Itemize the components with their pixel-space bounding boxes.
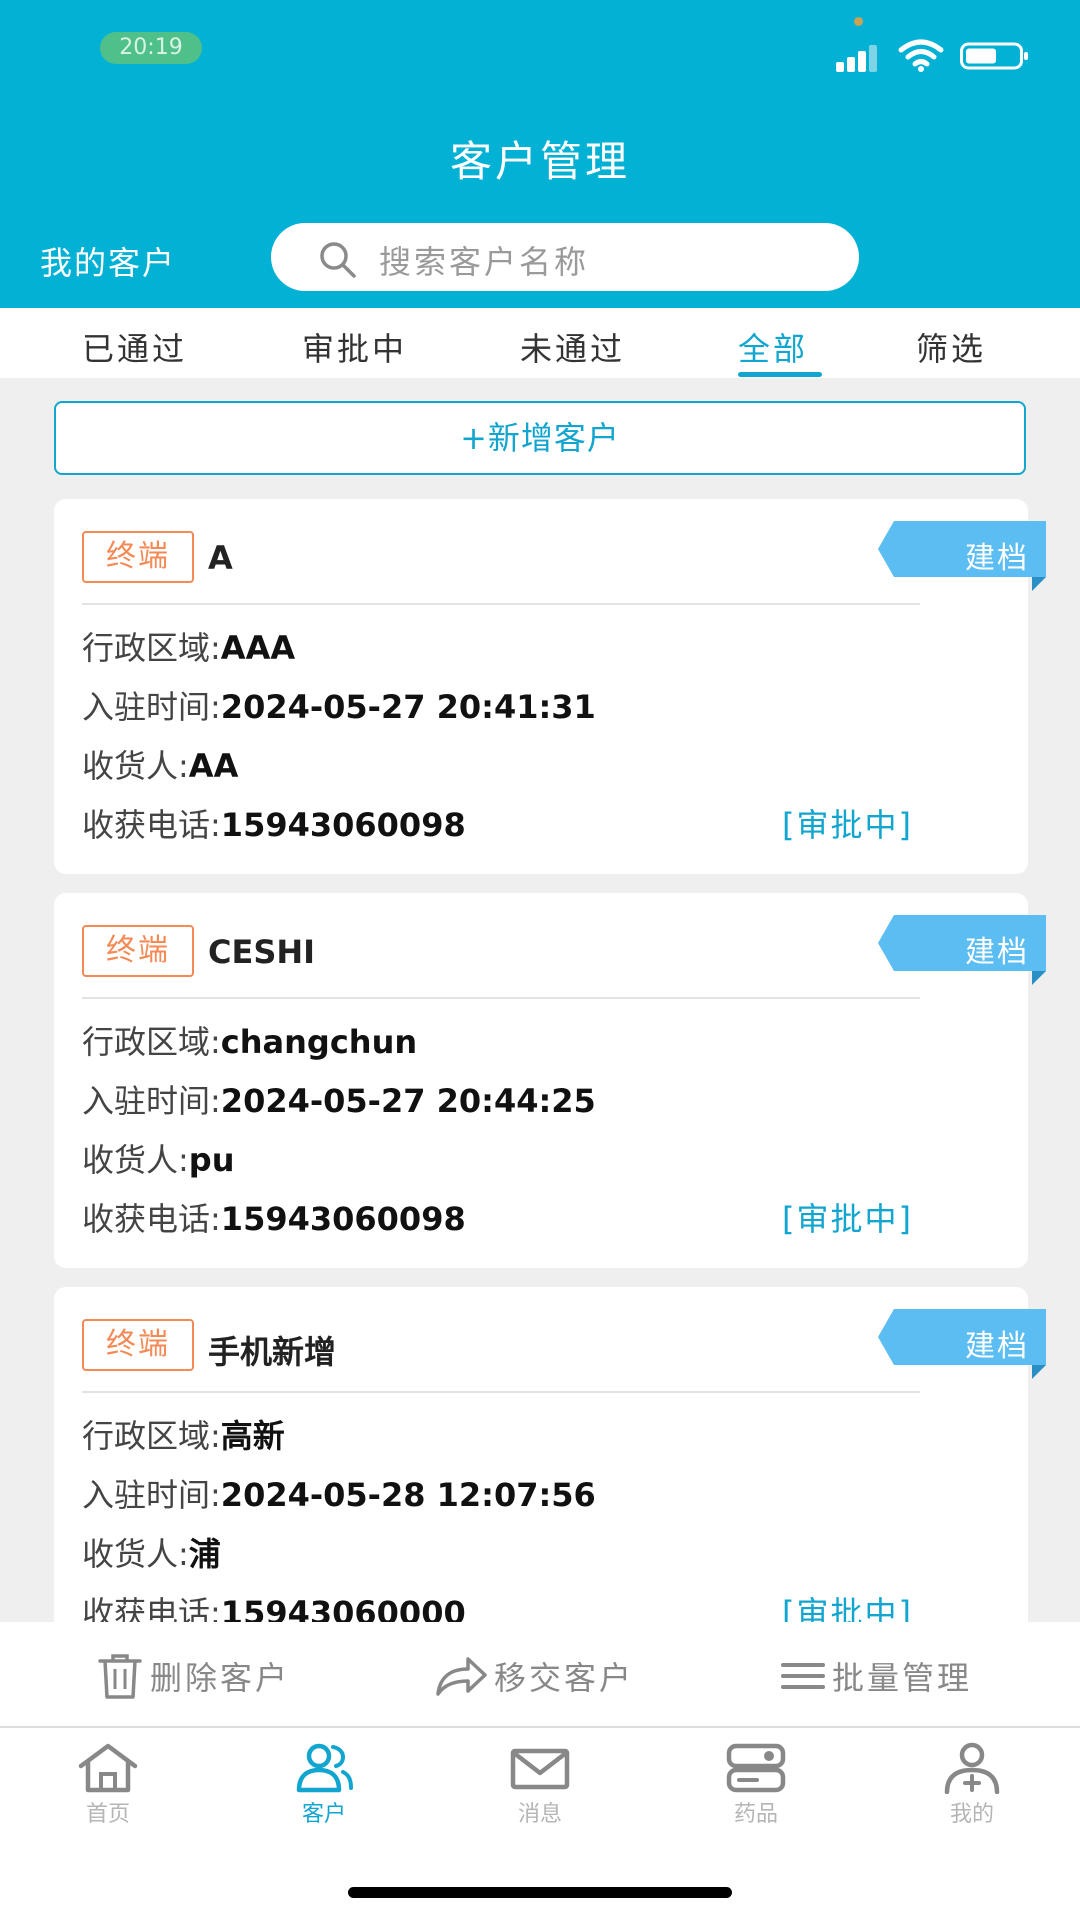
join-time-row: 入驻时间:2024-05-27 20:41:31	[82, 682, 596, 728]
nav-home-label: 首页	[85, 1802, 130, 1827]
home-icon	[78, 1743, 138, 1793]
terminal-badge: 终端	[82, 925, 194, 977]
terminal-badge: 终端	[82, 1319, 194, 1371]
nav-messages[interactable]: 消息	[480, 1742, 600, 1828]
receiver-row: 收货人:AA	[82, 741, 238, 787]
medicine-icon	[726, 1743, 786, 1793]
customer-name: CESHI	[208, 933, 316, 971]
transfer-customer-label: 移交客户	[494, 1659, 635, 1697]
delete-customer-button[interactable]: 删除客户	[96, 1648, 290, 1704]
receiver-value: 浦	[188, 1535, 221, 1573]
add-customer-button[interactable]: +新增客户	[54, 401, 1026, 475]
profile-icon	[944, 1742, 1000, 1794]
menu-lines-icon	[781, 1663, 825, 1689]
phone-row: 收获电话:15943060098	[82, 800, 466, 846]
customer-name: A	[208, 539, 233, 577]
share-arrow-icon	[436, 1657, 487, 1696]
transfer-customer-button[interactable]: 移交客户	[434, 1648, 634, 1704]
join-time-label: 入驻时间:	[82, 1476, 221, 1514]
receiver-value: pu	[188, 1141, 235, 1179]
region-label: 行政区域:	[82, 1417, 221, 1455]
home-indicator[interactable]	[348, 1887, 732, 1898]
wifi-icon	[898, 39, 944, 72]
tab-rejected[interactable]: 未通过	[520, 324, 625, 370]
bulk-action-bar: 删除客户 移交客户 批量管理	[0, 1622, 1080, 1728]
status-time: 20:19	[100, 32, 202, 64]
nav-messages-label: 消息	[517, 1802, 562, 1827]
approval-status[interactable]: [审批中]	[782, 800, 913, 846]
join-time-row: 入驻时间:2024-05-27 20:44:25	[82, 1076, 596, 1122]
cellular-signal-icon	[836, 45, 877, 72]
tab-pending[interactable]: 审批中	[302, 324, 407, 370]
region-value: changchun	[220, 1023, 418, 1061]
customer-card[interactable]: 终端 手机新增 建档 行政区域:高新 入驻时间:2024-05-28 12:07…	[54, 1287, 1046, 1662]
phone-row: 收获电话:15943060098	[82, 1194, 466, 1240]
card-divider	[82, 1391, 920, 1393]
terminal-badge: 终端	[82, 531, 194, 583]
customer-name: 手机新增	[208, 1333, 337, 1371]
customer-card[interactable]: 终端 A 建档 行政区域:AAA 入驻时间:2024-05-27 20:41:3…	[54, 499, 1046, 874]
join-time-value: 2024-05-27 20:44:25	[220, 1082, 596, 1120]
receiver-label: 收货人:	[82, 1535, 189, 1573]
active-tab-indicator	[738, 372, 822, 377]
mail-icon	[510, 1748, 570, 1790]
nav-customers-label: 客户	[301, 1802, 346, 1827]
trash-icon	[98, 1654, 142, 1699]
join-time-label: 入驻时间:	[82, 1082, 221, 1120]
phone-label: 收获电话:	[82, 1200, 221, 1238]
customer-card[interactable]: 终端 CESHI 建档 行政区域:changchun 入驻时间:2024-05-…	[54, 893, 1046, 1268]
header-bar: 20:19 客户管理 我的客户 搜索客户名称	[0, 0, 1080, 308]
region-label: 行政区域:	[82, 1023, 221, 1061]
region-row: 行政区域:高新	[82, 1411, 285, 1457]
receiver-value: AA	[188, 747, 239, 785]
tab-approved[interactable]: 已通过	[82, 324, 187, 370]
privacy-indicator-dot	[854, 17, 863, 26]
filter-tabs: 已通过 审批中 未通过 全部 筛选	[0, 308, 1080, 378]
archive-tag[interactable]: 建档	[950, 533, 1044, 577]
approval-status[interactable]: [审批中]	[782, 1194, 913, 1240]
region-value: 高新	[220, 1417, 285, 1455]
nav-home[interactable]: 首页	[48, 1742, 168, 1828]
nav-medicine-label: 药品	[733, 1802, 778, 1827]
region-label: 行政区域:	[82, 629, 221, 667]
join-time-value: 2024-05-27 20:41:31	[220, 688, 596, 726]
receiver-row: 收货人:浦	[82, 1529, 221, 1575]
archive-tag[interactable]: 建档	[950, 1321, 1044, 1365]
phone-value: 15943060098	[220, 806, 466, 844]
receiver-label: 收货人:	[82, 1141, 189, 1179]
card-divider	[82, 997, 920, 999]
tab-filter[interactable]: 筛选	[916, 324, 986, 370]
page-title: 客户管理	[449, 137, 630, 186]
nav-customers[interactable]: 客户	[264, 1742, 384, 1828]
tab-all[interactable]: 全部	[738, 324, 808, 370]
card-divider	[82, 603, 920, 605]
batch-manage-button[interactable]: 批量管理	[780, 1648, 972, 1704]
region-value: AAA	[220, 629, 296, 667]
join-time-row: 入驻时间:2024-05-28 12:07:56	[82, 1470, 596, 1516]
join-time-value: 2024-05-28 12:07:56	[220, 1476, 596, 1514]
phone-label: 收获电话:	[82, 806, 221, 844]
batch-manage-label: 批量管理	[832, 1659, 973, 1697]
delete-customer-label: 删除客户	[150, 1659, 291, 1697]
nav-profile[interactable]: 我的	[912, 1742, 1032, 1828]
nav-medicine[interactable]: 药品	[696, 1742, 816, 1828]
phone-value: 15943060098	[220, 1200, 466, 1238]
region-row: 行政区域:AAA	[82, 623, 295, 669]
my-customers-label[interactable]: 我的客户	[40, 238, 176, 284]
search-input[interactable]: 搜索客户名称	[271, 223, 859, 291]
battery-icon	[960, 42, 1028, 70]
search-icon	[320, 242, 356, 278]
archive-tag[interactable]: 建档	[950, 927, 1044, 971]
receiver-row: 收货人:pu	[82, 1135, 234, 1181]
receiver-label: 收货人:	[82, 747, 189, 785]
region-row: 行政区域:changchun	[82, 1017, 417, 1063]
search-placeholder: 搜索客户名称	[379, 243, 590, 281]
nav-profile-label: 我的	[949, 1802, 994, 1827]
join-time-label: 入驻时间:	[82, 688, 221, 726]
customers-icon	[296, 1743, 353, 1793]
